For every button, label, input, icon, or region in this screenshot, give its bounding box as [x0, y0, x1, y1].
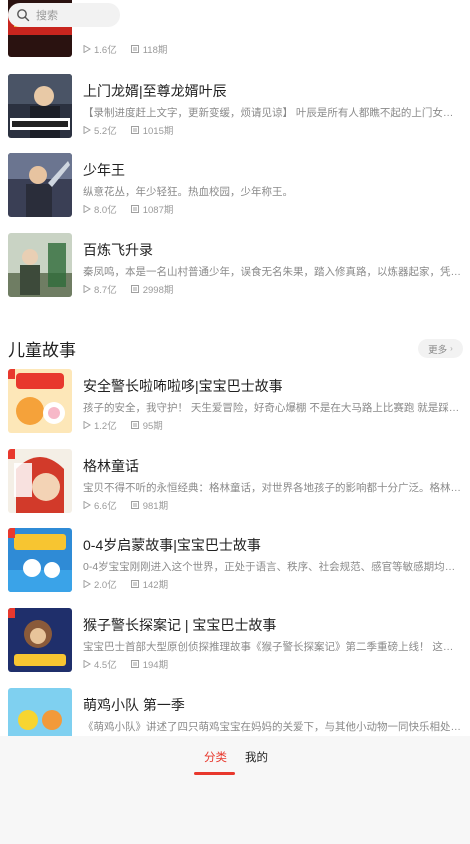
play-icon	[83, 421, 91, 429]
item-desc: 宝贝不得不听的永恒经典：格林童话，对世界各地孩子的影响都十分广泛。格林…	[83, 482, 461, 494]
play-count: 1.2亿	[94, 421, 117, 432]
play-count: 2.0亿	[94, 580, 117, 591]
play-count: 5.2亿	[94, 126, 117, 137]
list-item[interactable]: 百炼飞升录 秦凤鸣，本是一名山村普通少年，误食无名朱果，踏入修真路，以炼器起家，…	[8, 233, 464, 299]
episode-count: 2998期	[142, 285, 174, 296]
section-title: 儿童故事	[8, 341, 76, 360]
episode-count: 118期	[142, 45, 168, 56]
item-desc: 0-4岁宝宝刚刚进入这个世界，正处于语言、秩序、社会规范、感官等敏感期均高…	[83, 561, 463, 573]
item-desc: 《萌鸡小队》讲述了四只萌鸡宝宝在妈妈的关爱下，与其他小动物一同快乐相处…	[83, 721, 461, 733]
badge-marker	[8, 608, 15, 618]
item-meta: 2.0亿 142期	[83, 577, 168, 591]
play-count: 1.6亿	[94, 45, 117, 56]
episode-count: 142期	[142, 580, 169, 591]
item-desc: 纵意花丛，年少轻狂。热血校园，少年称王。	[83, 186, 293, 198]
episodes-icon	[130, 580, 139, 588]
chevron-right-icon: ›	[450, 344, 453, 353]
item-title: 猴子警长探案记 | 宝宝巴士故事	[83, 617, 277, 633]
play-count: 4.5亿	[94, 660, 117, 671]
episodes-icon	[130, 45, 139, 53]
item-desc: 孩子的安全，我守护！ 天生爱冒险，好奇心爆棚 不是在大马路上比赛跑 就是踩着…	[83, 402, 463, 414]
episodes-icon	[130, 126, 139, 134]
play-icon	[83, 285, 91, 293]
cover-image	[8, 233, 72, 297]
tab-category[interactable]: 分类	[204, 749, 227, 765]
badge-marker	[8, 369, 15, 379]
play-count: 8.0亿	[94, 205, 117, 216]
list-item[interactable]: 上门龙婿|至尊龙婿叶辰 【录制进度赶上文字，更新变缓，烦请见谅】 叶辰是所有人都…	[8, 74, 464, 140]
list-item[interactable]: 安全警长啦咘啦哆|宝宝巴士故事 孩子的安全，我守护！ 天生爱冒险，好奇心爆棚 不…	[8, 369, 464, 435]
list-item[interactable]: 0-4岁启蒙故事|宝宝巴士故事 0-4岁宝宝刚刚进入这个世界，正处于语言、秩序、…	[8, 528, 464, 594]
active-tab-indicator	[194, 772, 235, 775]
list-item[interactable]: 少年王 纵意花丛，年少轻狂。热血校园，少年称王。 8.0亿 1087期	[8, 153, 464, 219]
list-item[interactable]: 猴子警长探案记 | 宝宝巴士故事 宝宝巴士首部大型原创侦探推理故事《猴子警长探案…	[8, 608, 464, 674]
play-icon	[83, 580, 91, 588]
item-title: 0-4岁启蒙故事|宝宝巴士故事	[83, 537, 261, 553]
item-meta: 6.6亿 981期	[83, 498, 168, 512]
cover-image	[8, 74, 72, 138]
item-meta: 5.2亿 1015期	[83, 123, 173, 137]
tab-mine[interactable]: 我的	[245, 749, 268, 765]
item-title: 百炼飞升录	[83, 242, 153, 258]
play-icon	[83, 501, 91, 509]
item-meta: 1.2亿 95期	[83, 418, 163, 432]
cover-image	[8, 153, 72, 217]
cover-image	[8, 449, 72, 513]
list-item[interactable]: 萌鸡小队 第一季 《萌鸡小队》讲述了四只萌鸡宝宝在妈妈的关爱下，与其他小动物一同…	[8, 688, 464, 736]
play-count: 6.6亿	[94, 501, 117, 512]
play-count: 8.7亿	[94, 285, 117, 296]
list-item[interactable]: 格林童话 宝贝不得不听的永恒经典：格林童话，对世界各地孩子的影响都十分广泛。格林…	[8, 449, 464, 515]
item-title: 格林童话	[83, 458, 139, 474]
cover-image	[8, 369, 72, 433]
cover-image	[8, 608, 72, 672]
episode-count: 1087期	[142, 205, 174, 216]
episode-count: 981期	[142, 501, 169, 512]
episode-count: 95期	[142, 421, 163, 432]
episodes-icon	[130, 660, 139, 668]
bottom-tab-bar: 分类 我的	[0, 736, 470, 844]
item-title: 萌鸡小队 第一季	[83, 697, 185, 713]
play-icon	[83, 45, 91, 53]
play-icon	[83, 205, 91, 213]
episodes-icon	[130, 205, 139, 213]
episodes-icon	[130, 285, 139, 293]
episodes-icon	[130, 421, 139, 429]
more-button[interactable]: 更多 ›	[418, 339, 463, 358]
episode-count: 194期	[142, 660, 169, 671]
search-placeholder: 搜索	[36, 10, 58, 22]
item-desc: 宝宝巴士首部大型原创侦探推理故事《猴子警长探案记》第二季重磅上线！ 这次…	[83, 641, 463, 653]
item-meta: 1.6亿 118期	[83, 42, 167, 56]
item-desc: 【录制进度赶上文字，更新变缓，烦请见谅】 叶辰是所有人都瞧不起的上门女婿…	[83, 107, 463, 119]
search-icon	[17, 9, 30, 22]
badge-marker	[8, 528, 15, 538]
item-desc: 秦凤鸣，本是一名山村普通少年，误食无名朱果，踏入修真路，以炼器起家，凭…	[83, 266, 461, 278]
item-title: 上门龙婿|至尊龙婿叶辰	[83, 83, 227, 99]
cover-image	[8, 528, 72, 592]
item-title: 安全警长啦咘啦哆|宝宝巴士故事	[83, 378, 283, 394]
play-icon	[83, 660, 91, 668]
cover-image	[8, 688, 72, 736]
item-meta: 8.0亿 1087期	[83, 202, 173, 216]
search-input[interactable]: 搜索	[8, 3, 120, 27]
play-icon	[83, 126, 91, 134]
item-title: 少年王	[83, 162, 125, 178]
badge-marker	[8, 449, 15, 459]
episodes-icon	[130, 501, 139, 509]
more-label: 更多	[428, 344, 448, 356]
item-meta: 8.7亿 2998期	[83, 282, 173, 296]
episode-count: 1015期	[142, 126, 174, 137]
content-scroll[interactable]: 1.6亿 118期 上门龙婿|至尊龙婿叶辰 【录制进度赶上文字，更新变缓，烦请见…	[0, 0, 470, 736]
item-meta: 4.5亿 194期	[83, 657, 168, 671]
